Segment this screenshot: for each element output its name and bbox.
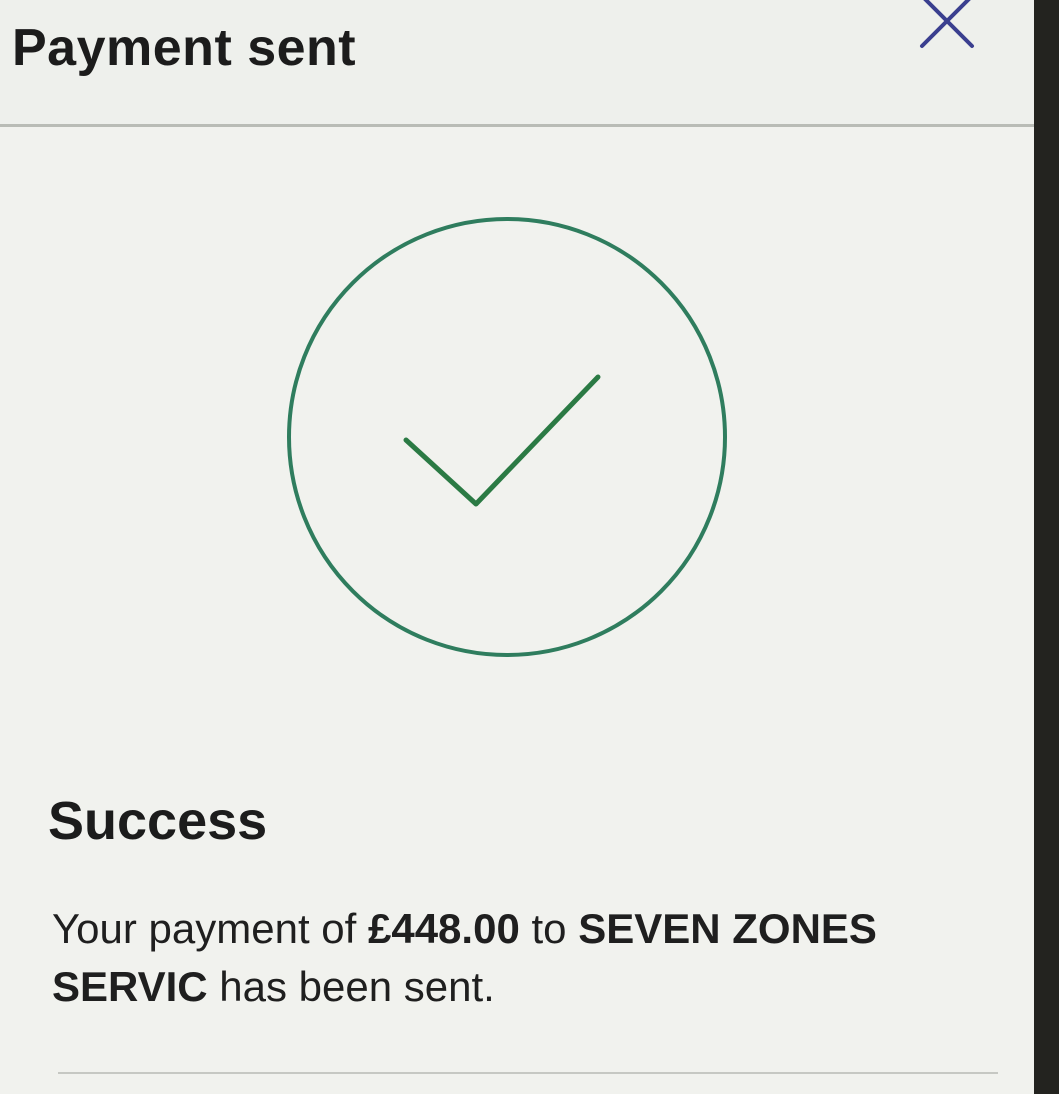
payment-amount: £448.00 (367, 905, 520, 952)
message-suffix: has been sent. (207, 963, 495, 1010)
message-prefix: Your payment of (52, 905, 368, 952)
check-circle-icon (287, 217, 727, 657)
header-bar: Payment sent (0, 0, 1034, 126)
page-title: Payment sent (12, 19, 357, 77)
payment-confirmation-screen: Payment sent Success Your payment of £44… (0, 0, 1034, 1094)
confirmation-message: Your payment of £448.00 to SEVEN ZONES S… (52, 900, 952, 1016)
close-button[interactable] (912, 0, 982, 56)
bottom-divider (58, 1072, 998, 1074)
message-middle: to (519, 905, 579, 952)
header-divider (0, 124, 1034, 127)
close-icon (920, 0, 974, 48)
device-bezel (1034, 0, 1059, 1094)
success-heading: Success (48, 791, 268, 851)
